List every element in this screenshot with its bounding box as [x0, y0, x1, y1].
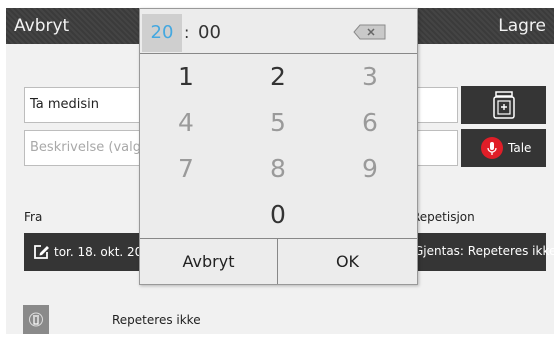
key-8[interactable]: 8 [232, 146, 324, 192]
trash-icon [29, 311, 43, 332]
key-1[interactable]: 1 [140, 54, 232, 100]
repetition-value: Gjentas: Repeteres ikke [414, 244, 554, 258]
pill-bottle-icon [493, 91, 515, 119]
repetition-button[interactable]: Gjentas: Repeteres ikke [408, 233, 554, 271]
key-0[interactable]: 0 [232, 192, 324, 238]
save-button[interactable]: Lagre [498, 8, 546, 44]
edit-icon [32, 243, 50, 264]
time-picker: 20 : 00 1 2 3 4 5 6 7 8 9 0 Avbryt OK [139, 8, 418, 285]
from-date-button[interactable]: tor. 18. okt. 2018 [24, 233, 158, 271]
time-separator: : [184, 23, 190, 42]
hours-field[interactable]: 20 [142, 14, 182, 52]
voice-button-label: Tale [508, 141, 532, 155]
backspace-icon[interactable] [352, 23, 388, 41]
time-display: 20 : 00 [140, 9, 417, 54]
from-label: Fra [24, 210, 43, 224]
key-2[interactable]: 2 [232, 54, 324, 100]
repeat-summary: Repeteres ikke [112, 313, 201, 327]
picker-actions: Avbryt OK [140, 238, 417, 284]
picker-cancel-button[interactable]: Avbryt [140, 239, 278, 284]
medication-button[interactable] [461, 86, 546, 124]
repetition-label: Repetisjon [412, 210, 475, 224]
key-9[interactable]: 9 [324, 146, 416, 192]
minutes-field[interactable]: 00 [198, 14, 221, 52]
key-6[interactable]: 6 [324, 100, 416, 146]
key-5[interactable]: 5 [232, 100, 324, 146]
microphone-icon [481, 137, 503, 159]
voice-button[interactable]: Tale [461, 129, 546, 167]
key-4[interactable]: 4 [140, 100, 232, 146]
picker-ok-button[interactable]: OK [278, 239, 417, 284]
delete-button[interactable] [23, 305, 49, 334]
key-3[interactable]: 3 [324, 54, 416, 100]
cancel-button[interactable]: Avbryt [14, 8, 69, 44]
key-7[interactable]: 7 [140, 146, 232, 192]
